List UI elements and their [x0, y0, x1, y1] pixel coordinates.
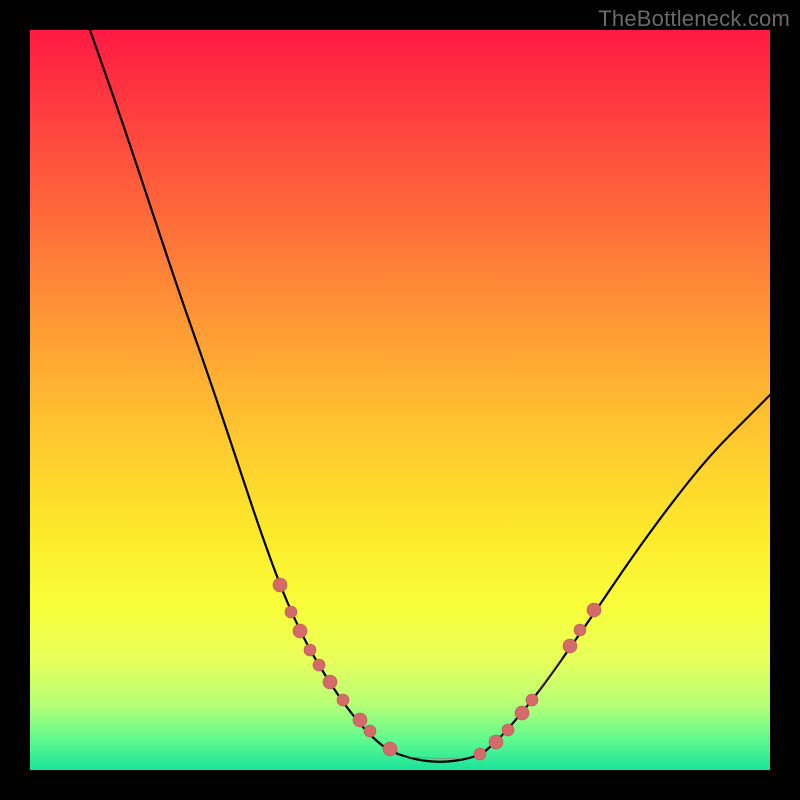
plot-area [30, 30, 770, 770]
marker-dot [489, 735, 503, 749]
marker-dot [563, 639, 577, 653]
marker-dot [587, 603, 601, 617]
marker-dot [304, 644, 316, 656]
marker-dot [285, 606, 297, 618]
marker-dot [313, 659, 325, 671]
marker-dot [515, 706, 529, 720]
curve-layer [30, 30, 770, 770]
marker-dot [502, 724, 514, 736]
watermark-text: TheBottleneck.com [598, 6, 790, 32]
marker-dot [383, 742, 397, 756]
marker-dot [353, 713, 367, 727]
curve-right-branch [482, 395, 770, 754]
marker-dot [273, 578, 287, 592]
marker-dot [474, 748, 486, 760]
marker-dot [323, 675, 337, 689]
marker-group [273, 578, 601, 760]
marker-dot [526, 694, 538, 706]
curve-left-branch [90, 30, 398, 754]
marker-dot [293, 624, 307, 638]
marker-dot [574, 624, 586, 636]
curve-valley-floor [398, 754, 482, 762]
marker-capsule [538, 658, 562, 692]
marker-dot [337, 694, 349, 706]
marker-dot [364, 725, 376, 737]
chart-frame: TheBottleneck.com [0, 0, 800, 800]
